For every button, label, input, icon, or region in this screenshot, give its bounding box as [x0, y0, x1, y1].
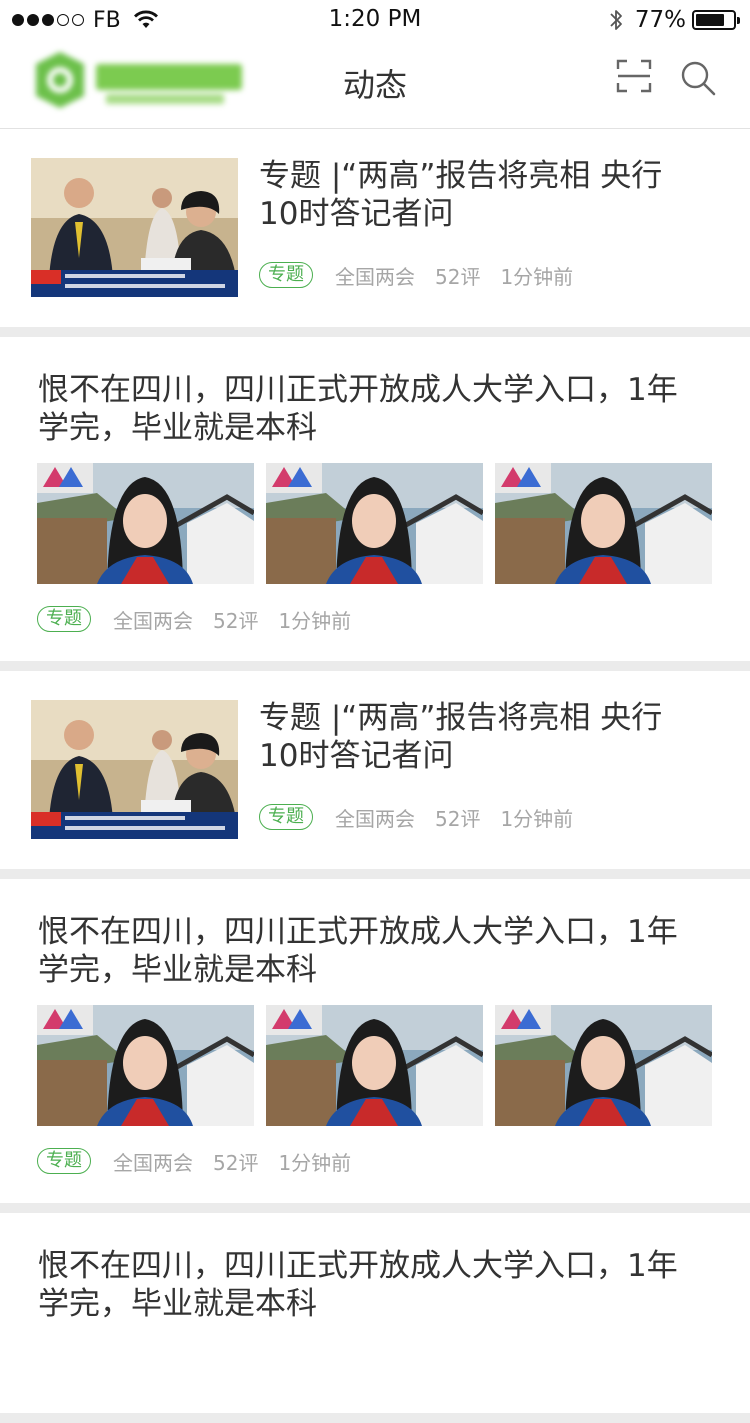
- news-title-line: 专题 |“两高”报告将亮相 央行: [259, 158, 663, 194]
- news-title: 恨不在四川，四川正式开放成人大学入口，1年 学完，毕业就是本科: [38, 913, 718, 989]
- news-card[interactable]: 恨不在四川，四川正式开放成人大学入口，1年 学完，毕业就是本科: [0, 1213, 750, 1413]
- battery-fill: [696, 14, 724, 26]
- news-title-line: 学完，毕业就是本科: [38, 952, 317, 988]
- battery-icon: [692, 10, 740, 30]
- publish-time: 1分钟前: [500, 806, 574, 831]
- news-title-line: 10时答记者问: [259, 738, 454, 774]
- news-title-line: 学完，毕业就是本科: [38, 410, 317, 446]
- news-card[interactable]: 恨不在四川，四川正式开放成人大学入口，1年 学完，毕业就是本科: [0, 337, 750, 661]
- comment-count: 52评: [213, 1150, 259, 1175]
- status-right: 77%: [609, 6, 740, 34]
- news-source: 全国两会: [113, 608, 193, 633]
- news-photo: [37, 1005, 254, 1126]
- news-card[interactable]: 恨不在四川，四川正式开放成人大学入口，1年 学完，毕业就是本科: [0, 879, 750, 1203]
- news-meta: 专题 全国两会 52评 1分钟前: [37, 1147, 371, 1175]
- news-title: 专题 |“两高”报告将亮相 央行 10时答记者问: [259, 699, 719, 775]
- news-source: 全国两会: [335, 264, 415, 289]
- battery-percent: 77%: [634, 7, 686, 33]
- scan-icon[interactable]: [614, 56, 654, 96]
- news-card[interactable]: 专题 |“两高”报告将亮相 央行 10时答记者问 专题 全国两会 52评 1分钟…: [0, 129, 750, 327]
- topic-tag: 专题: [37, 1148, 91, 1174]
- news-source: 全国两会: [335, 806, 415, 831]
- topic-tag: 专题: [259, 804, 313, 830]
- news-title-line: 学完，毕业就是本科: [38, 1286, 317, 1322]
- news-title-line: 10时答记者问: [259, 196, 454, 232]
- news-photo: [266, 1005, 483, 1126]
- photo-row: [37, 463, 713, 584]
- news-photo: [495, 463, 712, 584]
- publish-time: 1分钟前: [500, 264, 574, 289]
- news-feed: 专题 |“两高”报告将亮相 央行 10时答记者问 专题 全国两会 52评 1分钟…: [0, 129, 750, 1423]
- news-thumbnail: [31, 158, 238, 297]
- news-meta: 专题 全国两会 52评 1分钟前: [259, 803, 593, 831]
- news-card[interactable]: 专题 |“两高”报告将亮相 央行 10时答记者问 专题 全国两会 52评 1分钟…: [0, 671, 750, 869]
- news-meta: 专题 全国两会 52评 1分钟前: [37, 605, 371, 633]
- search-icon[interactable]: [680, 60, 716, 96]
- nav-bar: 动态: [0, 40, 750, 129]
- comment-count: 52评: [435, 806, 481, 831]
- news-source: 全国两会: [113, 1150, 193, 1175]
- news-photo: [37, 463, 254, 584]
- topic-tag: 专题: [259, 262, 313, 288]
- news-title-line: 恨不在四川，四川正式开放成人大学入口，1年: [38, 372, 678, 408]
- publish-time: 1分钟前: [278, 608, 352, 633]
- news-thumbnail: [31, 700, 238, 839]
- news-title-line: 恨不在四川，四川正式开放成人大学入口，1年: [38, 914, 678, 950]
- news-meta: 专题 全国两会 52评 1分钟前: [259, 261, 593, 289]
- status-bar: FB 1:20 PM 77%: [0, 0, 750, 40]
- publish-time: 1分钟前: [278, 1150, 352, 1175]
- comment-count: 52评: [435, 264, 481, 289]
- photo-row: [37, 1005, 713, 1126]
- news-title: 恨不在四川，四川正式开放成人大学入口，1年 学完，毕业就是本科: [38, 1247, 718, 1323]
- topic-tag: 专题: [37, 606, 91, 632]
- news-title: 专题 |“两高”报告将亮相 央行 10时答记者问: [259, 157, 719, 233]
- news-photo: [266, 463, 483, 584]
- news-title-line: 恨不在四川，四川正式开放成人大学入口，1年: [38, 1248, 678, 1284]
- news-photo: [495, 1005, 712, 1126]
- comment-count: 52评: [213, 608, 259, 633]
- news-title-line: 专题 |“两高”报告将亮相 央行: [259, 700, 663, 736]
- news-title: 恨不在四川，四川正式开放成人大学入口，1年 学完，毕业就是本科: [38, 371, 718, 447]
- bluetooth-icon: [609, 8, 623, 32]
